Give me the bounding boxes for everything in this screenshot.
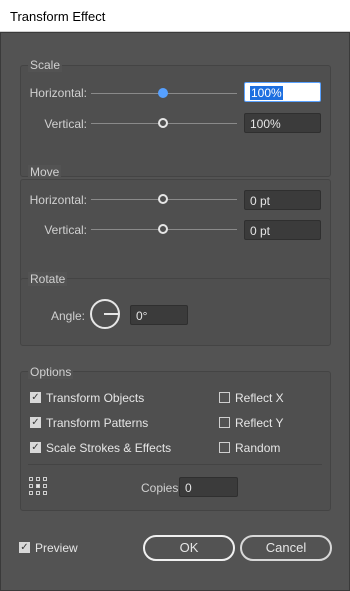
options-title: Options xyxy=(28,365,74,379)
ref-point-bc[interactable] xyxy=(36,491,40,495)
options-divider xyxy=(28,464,322,465)
ref-point-center[interactable] xyxy=(36,484,40,488)
move-horizontal-input[interactable]: 0 pt xyxy=(244,190,321,210)
move-vertical-label: Vertical: xyxy=(44,223,87,237)
move-vertical-slider-knob[interactable] xyxy=(158,224,168,234)
title-bar: Transform Effect xyxy=(0,0,350,32)
scale-strokes-label[interactable]: Scale Strokes & Effects xyxy=(46,441,171,455)
transform-patterns-label[interactable]: Transform Patterns xyxy=(46,416,148,430)
angle-input[interactable]: 0° xyxy=(130,305,188,325)
ref-point-mr[interactable] xyxy=(43,484,47,488)
ref-point-ml[interactable] xyxy=(29,484,33,488)
transform-objects-checkbox[interactable]: ✓ xyxy=(30,392,41,403)
ref-point-tl[interactable] xyxy=(29,477,33,481)
window-title: Transform Effect xyxy=(10,9,106,24)
reflect-x-label[interactable]: Reflect X xyxy=(235,391,284,405)
scale-strokes-checkbox[interactable]: ✓ xyxy=(30,442,41,453)
scale-vertical-label: Vertical: xyxy=(44,117,87,131)
copies-label: Copies xyxy=(141,481,179,495)
angle-label: Angle: xyxy=(50,309,85,323)
scale-horizontal-slider-knob[interactable] xyxy=(158,88,168,98)
scale-vertical-input[interactable]: 100% xyxy=(244,113,321,133)
transform-effect-dialog: Scale Horizontal: 100% Vertical: 100% Mo… xyxy=(0,32,350,591)
move-horizontal-slider-knob[interactable] xyxy=(158,194,168,204)
angle-indicator xyxy=(104,313,118,315)
transform-objects-label[interactable]: Transform Objects xyxy=(46,391,144,405)
reference-point-icon[interactable] xyxy=(29,477,47,495)
angle-dial-icon[interactable] xyxy=(90,299,120,329)
reflect-y-checkbox[interactable] xyxy=(219,417,230,428)
scale-horizontal-label: Horizontal: xyxy=(29,86,87,100)
rotate-title: Rotate xyxy=(28,272,68,286)
reflect-y-label[interactable]: Reflect Y xyxy=(235,416,283,430)
ref-point-bl[interactable] xyxy=(29,491,33,495)
move-title: Move xyxy=(28,165,62,179)
transform-patterns-checkbox[interactable]: ✓ xyxy=(30,417,41,428)
ref-point-br[interactable] xyxy=(43,491,47,495)
cancel-button[interactable]: Cancel xyxy=(240,535,332,561)
ref-point-tc[interactable] xyxy=(36,477,40,481)
preview-label[interactable]: Preview xyxy=(35,541,78,555)
scale-title: Scale xyxy=(28,58,63,72)
scale-vertical-slider-knob[interactable] xyxy=(158,118,168,128)
reflect-x-checkbox[interactable] xyxy=(219,392,230,403)
ok-button[interactable]: OK xyxy=(143,535,235,561)
preview-checkbox[interactable]: ✓ xyxy=(19,542,30,553)
scale-horizontal-input[interactable]: 100% xyxy=(244,82,321,102)
ref-point-tr[interactable] xyxy=(43,477,47,481)
copies-input[interactable]: 0 xyxy=(179,477,238,497)
random-checkbox[interactable] xyxy=(219,442,230,453)
move-horizontal-label: Horizontal: xyxy=(29,193,87,207)
random-label[interactable]: Random xyxy=(235,441,280,455)
move-vertical-input[interactable]: 0 pt xyxy=(244,220,321,240)
